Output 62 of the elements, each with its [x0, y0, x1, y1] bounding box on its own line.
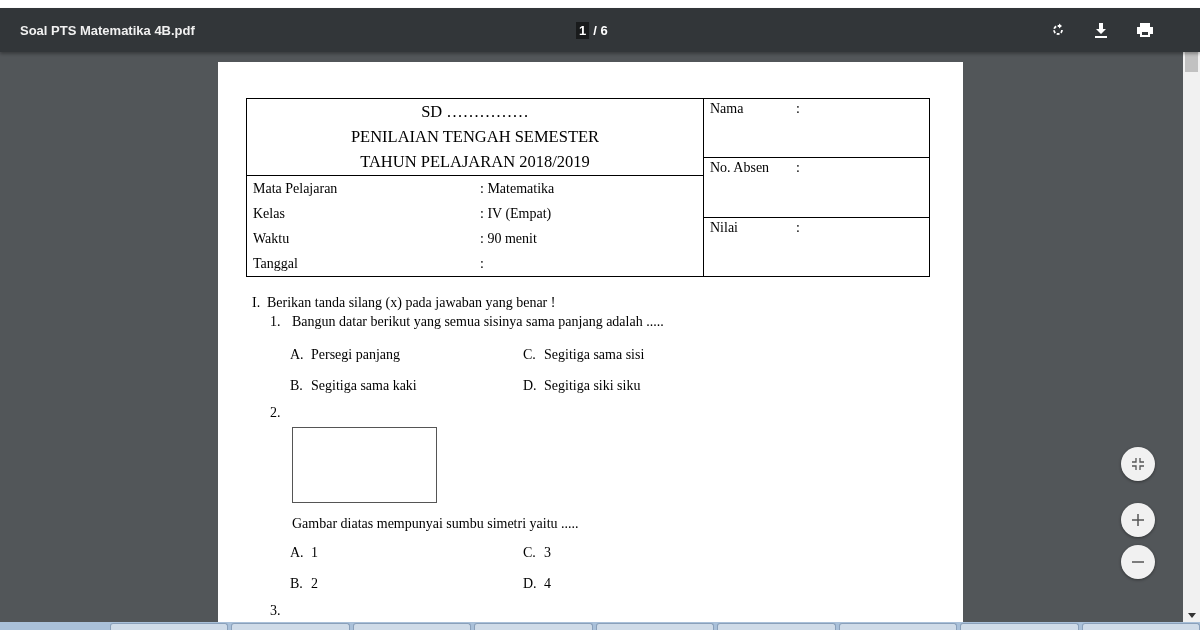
taskbar-button[interactable]: [960, 623, 1079, 630]
option-text: Segitiga sama sisi: [544, 347, 645, 363]
option-text: Persegi panjang: [311, 347, 401, 363]
option-text: Segitiga siki siku: [544, 378, 641, 394]
page-number-field[interactable]: 1: [576, 21, 590, 39]
zoom-out-button[interactable]: [1121, 545, 1155, 579]
school-year: TAHUN PELAJARAN 2018/2019: [360, 151, 590, 173]
info-value: : 90 menit: [480, 230, 537, 247]
field-colon: :: [796, 101, 800, 118]
taskbar-button[interactable]: [352, 623, 472, 630]
question-text: Gambar diatas mempunyai sumbu simetri yaitu .....: [292, 516, 580, 532]
shrink-icon: [1131, 457, 1145, 471]
option-letter: C.: [523, 347, 537, 363]
info-value: :: [480, 255, 484, 272]
taskbar-button[interactable]: [110, 623, 229, 630]
question-number: 3.: [270, 603, 282, 620]
option-letter: C.: [523, 545, 537, 561]
scroll-down-icon[interactable]: [1188, 613, 1196, 618]
taskbar-button[interactable]: [474, 623, 593, 630]
info-label: Waktu: [253, 230, 291, 247]
taskbar-button[interactable]: [717, 623, 836, 630]
taskbar-button[interactable]: [1081, 623, 1200, 630]
page-total: / 6: [593, 22, 608, 38]
field-colon: :: [796, 219, 800, 237]
school-line: SD ……………: [421, 101, 529, 123]
option-text: 4: [544, 576, 551, 592]
option-text: Segitiga sama kaki: [311, 378, 417, 394]
info-value: : Matematika: [480, 180, 555, 197]
question-number: 1.: [270, 314, 282, 331]
info-label: Tanggal: [253, 255, 299, 272]
file-title: Soal PTS Matematika 4B.pdf: [20, 22, 195, 38]
instruction-text: Berikan tanda silang (x) pada jawaban yang benar !: [267, 295, 556, 311]
option-letter: B.: [290, 576, 304, 592]
download-icon[interactable]: [1094, 22, 1108, 38]
plus-icon: [1131, 513, 1145, 527]
field-label: Nilai: [710, 219, 739, 237]
info-label: Mata Pelajaran: [253, 180, 339, 197]
option-text: 1: [311, 545, 318, 561]
zoom-in-button[interactable]: [1121, 503, 1155, 537]
option-letter: B.: [290, 378, 304, 394]
option-text: 2: [311, 576, 318, 592]
option-letter: D.: [523, 576, 538, 592]
print-icon[interactable]: [1136, 22, 1154, 38]
taskbar-button[interactable]: [595, 623, 715, 630]
info-label: Kelas: [253, 205, 286, 222]
taskbar-button[interactable]: [231, 623, 350, 630]
field-label: No. Absen: [710, 160, 771, 178]
option-text: 3: [544, 545, 551, 561]
section-number: I.: [252, 295, 262, 311]
question-text: Bangun datar berikut yang semua sisinya sama panjang adalah .....: [292, 314, 664, 331]
scrollbar[interactable]: [1183, 52, 1200, 622]
info-value: : IV (Empat): [480, 205, 552, 222]
field-colon: :: [796, 160, 800, 178]
question-number: 2.: [270, 405, 282, 422]
fit-page-button[interactable]: [1121, 447, 1155, 481]
option-letter: A.: [290, 347, 305, 363]
exam-title: PENILAIAN TENGAH SEMESTER: [350, 126, 600, 148]
rotate-icon[interactable]: [1050, 22, 1066, 38]
field-label: Nama: [710, 101, 745, 118]
option-letter: A.: [290, 545, 305, 561]
option-letter: D.: [523, 378, 538, 394]
taskbar-button[interactable]: [838, 623, 958, 630]
